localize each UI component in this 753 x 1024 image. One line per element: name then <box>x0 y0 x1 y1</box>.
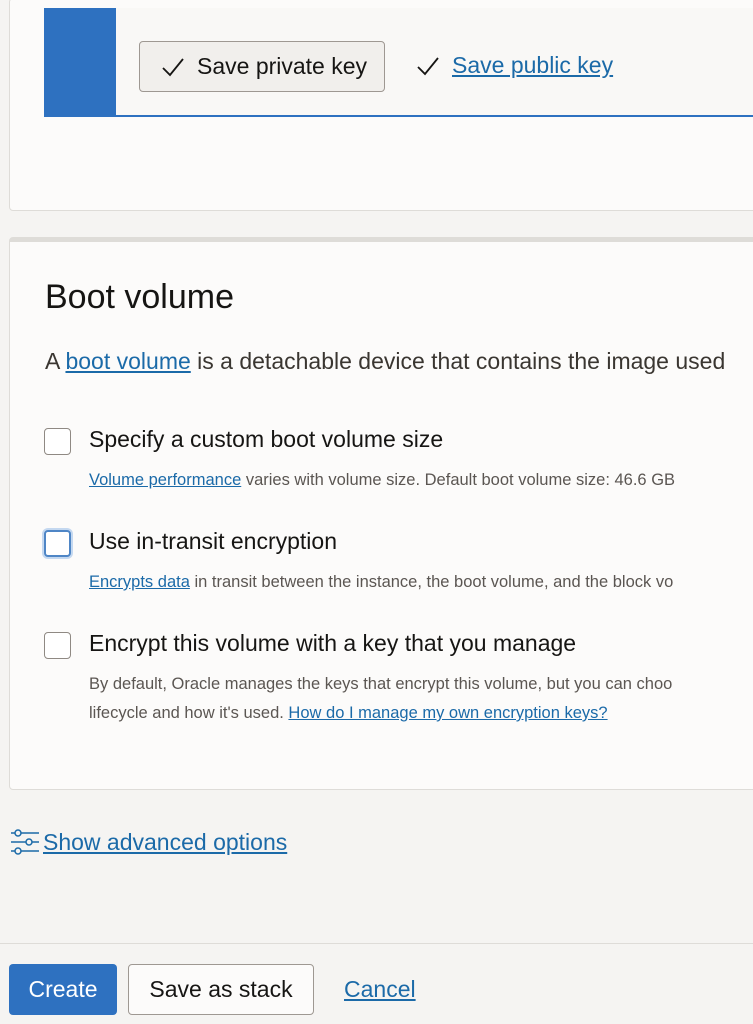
boot-volume-description-prefix: A <box>45 348 66 374</box>
in-transit-encryption-help-text: in transit between the instance, the boo… <box>189 573 674 591</box>
save-as-stack-button[interactable]: Save as stack <box>128 964 314 1015</box>
show-advanced-options[interactable]: Show advanced options <box>9 827 287 857</box>
boot-volume-title: Boot volume <box>45 278 234 316</box>
custom-boot-volume-size-label: Specify a custom boot volume size <box>89 426 444 452</box>
volume-performance-link[interactable]: Volume performance <box>89 471 241 489</box>
managed-key-encryption-help: By default, Oracle manages the keys that… <box>89 670 672 728</box>
managed-key-encryption-help-line2-text: lifecycle and how it's used. <box>89 704 289 722</box>
boot-volume-card: Boot volume A boot volume is a detachabl… <box>9 237 753 790</box>
managed-key-encryption-label: Encrypt this volume with a key that you … <box>89 630 577 656</box>
show-advanced-options-link[interactable]: Show advanced options <box>43 829 287 856</box>
save-public-key-group: Save public key <box>416 52 613 79</box>
save-private-key-label: Save private key <box>197 53 368 79</box>
custom-boot-volume-size-checkbox[interactable] <box>44 428 71 455</box>
boot-volume-description-suffix: is a detachable device that contains the… <box>190 348 726 374</box>
ssh-keys-panel: Save private key Save public key <box>44 8 753 117</box>
custom-boot-volume-size-help: Volume performance varies with volume si… <box>89 466 675 495</box>
in-transit-encryption-help: Encrypts data in transit between the ins… <box>89 568 673 597</box>
managed-key-encryption-help-line1: By default, Oracle manages the keys that… <box>89 675 673 693</box>
managed-key-encryption-help-line2: lifecycle and how it's used. How do I ma… <box>89 699 672 728</box>
cancel-link[interactable]: Cancel <box>344 976 416 1003</box>
create-button[interactable]: Create <box>9 964 117 1015</box>
boot-volume-description: A boot volume is a detachable device tha… <box>45 348 725 375</box>
check-icon <box>162 57 184 76</box>
footer-bar: Create Save as stack Cancel <box>0 943 753 1024</box>
in-transit-encryption-label: Use in-transit encryption <box>89 528 337 554</box>
ssh-keys-accent-bar <box>44 8 116 117</box>
check-icon <box>417 56 439 75</box>
boot-volume-link[interactable]: boot volume <box>65 348 190 374</box>
sliders-icon <box>11 829 39 855</box>
in-transit-encryption-checkbox[interactable] <box>44 530 71 557</box>
encrypts-data-link[interactable]: Encrypts data <box>89 573 190 591</box>
managed-key-encryption-checkbox[interactable] <box>44 632 71 659</box>
manage-encryption-keys-link[interactable]: How do I manage my own encryption keys? <box>288 704 607 722</box>
save-public-key-link[interactable]: Save public key <box>452 52 613 79</box>
custom-boot-volume-size-help-text: varies with volume size. Default boot vo… <box>241 471 676 489</box>
save-private-key-button[interactable]: Save private key <box>139 41 386 92</box>
